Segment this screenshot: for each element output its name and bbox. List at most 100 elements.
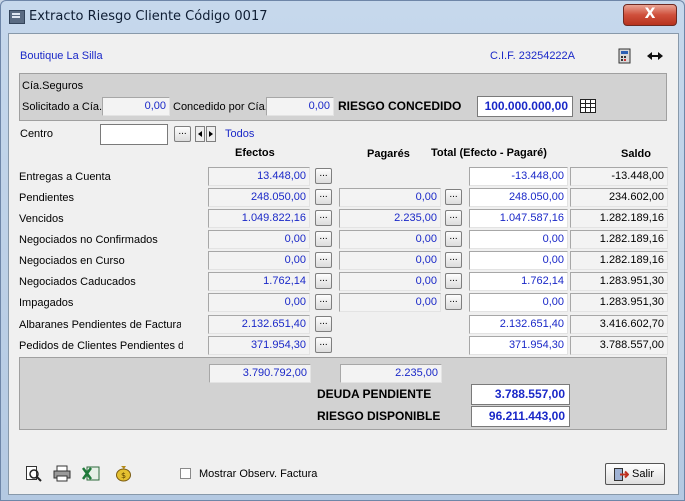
total-entregas: -13.448,00 (469, 167, 568, 186)
close-button[interactable]: X (623, 4, 677, 26)
insurance-group-label: Cía.Seguros (22, 80, 84, 92)
client-cif: C.I.F. 23254222A (490, 50, 576, 62)
efectos-pendientes-button[interactable]: ... (315, 189, 332, 205)
pagares-pendientes-button[interactable]: ... (445, 189, 462, 205)
calculator-icon[interactable] (617, 48, 633, 64)
efectos-albaranes: 2.132.651,40 (208, 315, 310, 334)
mostrar-observ-label: Mostrar Observ. Factura (199, 468, 318, 480)
preview-icon[interactable] (25, 465, 42, 482)
window-title: Extracto Riesgo Cliente Código 0017 (29, 9, 268, 24)
exit-icon (613, 467, 630, 482)
pagares-impagados: 0,00 (339, 293, 441, 312)
next-arrow-icon[interactable] (206, 126, 216, 142)
row-label-pendientes: Pendientes (19, 192, 75, 204)
pagares-vencidos-button[interactable]: ... (445, 210, 462, 226)
pagares-caducados-button[interactable]: ... (445, 273, 462, 289)
total-impagados: 0,00 (469, 293, 568, 312)
client-name: Boutique La Silla (20, 50, 103, 62)
efectos-no-confirmados: 0,00 (208, 230, 310, 249)
efectos-albaranes-button[interactable]: ... (315, 316, 332, 332)
saldo-caducados: 1.283.951,30 (570, 272, 668, 291)
centro-input[interactable] (100, 124, 168, 145)
total-albaranes: 2.132.651,40 (469, 315, 568, 334)
header-total: Total (Efecto - Pagaré) (431, 147, 547, 159)
excel-icon[interactable] (81, 465, 100, 482)
saldo-pedidos: 3.788.557,00 (570, 336, 668, 355)
total-no-confirmados: 0,00 (469, 230, 568, 249)
total-pendientes: 248.050,00 (469, 188, 568, 207)
salir-label: Salir (632, 468, 655, 480)
pagares-vencidos: 2.235,00 (339, 209, 441, 228)
row-label-albaranes: Albaranes Pendientes de Facturar (19, 319, 181, 331)
main-window: Extracto Riesgo Cliente Código 0017 X Bo… (0, 0, 685, 501)
solicitado-field[interactable]: 0,00 (102, 97, 170, 116)
concedido-field[interactable]: 0,00 (266, 97, 334, 116)
efectos-vencidos: 1.049.822,16 (208, 209, 310, 228)
salir-button[interactable]: Salir (605, 463, 665, 485)
efectos-entregas: 13.448,00 (208, 167, 310, 186)
row-label-entregas: Entregas a Cuenta (19, 171, 111, 183)
centro-lookup-button[interactable]: ... (174, 126, 191, 142)
mostrar-observ-checkbox[interactable] (180, 468, 191, 479)
efectos-impagados-button[interactable]: ... (315, 294, 332, 310)
total-pagares: 2.235,00 (340, 364, 442, 383)
pagares-pendientes: 0,00 (339, 188, 441, 207)
printer-icon[interactable] (53, 465, 71, 482)
efectos-pendientes: 248.050,00 (208, 188, 310, 207)
solicitado-label: Solicitado a Cía. (22, 101, 103, 113)
riesgo-disponible-label: RIESGO DISPONIBLE (317, 409, 441, 423)
efectos-vencidos-button[interactable]: ... (315, 210, 332, 226)
header-efectos: Efectos (235, 147, 275, 159)
totals-panel: 3.790.792,00 2.235,00 DEUDA PENDIENTE 3.… (19, 357, 667, 430)
saldo-vencidos: 1.282.189,16 (570, 209, 668, 228)
centro-label: Centro (20, 128, 54, 140)
saldo-entregas: -13.448,00 (570, 167, 668, 186)
pagares-en-curso: 0,00 (339, 251, 441, 270)
row-label-pedidos: Pedidos de Clientes Pendientes de (19, 340, 183, 352)
saldo-no-confirmados: 1.282.189,16 (570, 230, 668, 249)
row-label-caducados: Negociados Caducados (19, 276, 136, 288)
todos-label: Todos (225, 128, 255, 140)
saldo-en-curso: 1.282.189,16 (570, 251, 668, 270)
pagares-caducados: 0,00 (339, 272, 441, 291)
pagares-impagados-button[interactable]: ... (445, 294, 462, 310)
money-bag-icon[interactable]: $ (115, 464, 132, 482)
efectos-caducados-button[interactable]: ... (315, 273, 332, 289)
riesgo-disponible-field: 96.211.443,00 (471, 406, 570, 427)
efectos-en-curso-button[interactable]: ... (315, 252, 332, 268)
saldo-albaranes: 3.416.602,70 (570, 315, 668, 334)
insurance-panel: Cía.Seguros Solicitado a Cía. 0,00 Conce… (19, 73, 667, 121)
riesgo-concedido-field[interactable]: 100.000.000,00 (477, 96, 573, 117)
saldo-pendientes: 234.602,00 (570, 188, 668, 207)
total-en-curso: 0,00 (469, 251, 568, 270)
efectos-no-confirmados-button[interactable]: ... (315, 231, 332, 247)
deuda-pendiente-field: 3.788.557,00 (471, 384, 570, 405)
efectos-impagados: 0,00 (208, 293, 310, 312)
row-label-impagados: Impagados (19, 297, 74, 309)
efectos-caducados: 1.762,14 (208, 272, 310, 291)
riesgo-concedido-label: RIESGO CONCEDIDO (338, 99, 462, 113)
total-caducados: 1.762,14 (469, 272, 568, 291)
concedido-label: Concedido por Cía. (173, 101, 268, 113)
title-bar: Extracto Riesgo Cliente Código 0017 X (1, 1, 684, 33)
window-icon (9, 10, 25, 24)
total-vencidos: 1.047.587,16 (469, 209, 568, 228)
total-pedidos: 371.954,30 (469, 336, 568, 355)
pagares-no-confirmados-button[interactable]: ... (445, 231, 462, 247)
saldo-impagados: 1.283.951,30 (570, 293, 668, 312)
svg-text:$: $ (121, 471, 126, 480)
dialog-body: Boutique La Silla C.I.F. 23254222A Cía.S… (8, 33, 679, 495)
expand-arrows-icon[interactable] (645, 48, 665, 64)
efectos-entregas-button[interactable]: ... (315, 168, 332, 184)
deuda-pendiente-label: DEUDA PENDIENTE (317, 387, 432, 401)
efectos-pedidos-button[interactable]: ... (315, 337, 332, 353)
efectos-en-curso: 0,00 (208, 251, 310, 270)
header-pagares: Pagarés (367, 148, 410, 160)
prev-arrow-icon[interactable] (195, 126, 205, 142)
header-saldo: Saldo (621, 148, 651, 160)
efectos-pedidos: 371.954,30 (208, 336, 310, 355)
row-label-en-curso: Negociados en Curso (19, 255, 125, 267)
row-label-vencidos: Vencidos (19, 213, 64, 225)
table-icon[interactable] (580, 99, 596, 113)
pagares-en-curso-button[interactable]: ... (445, 252, 462, 268)
